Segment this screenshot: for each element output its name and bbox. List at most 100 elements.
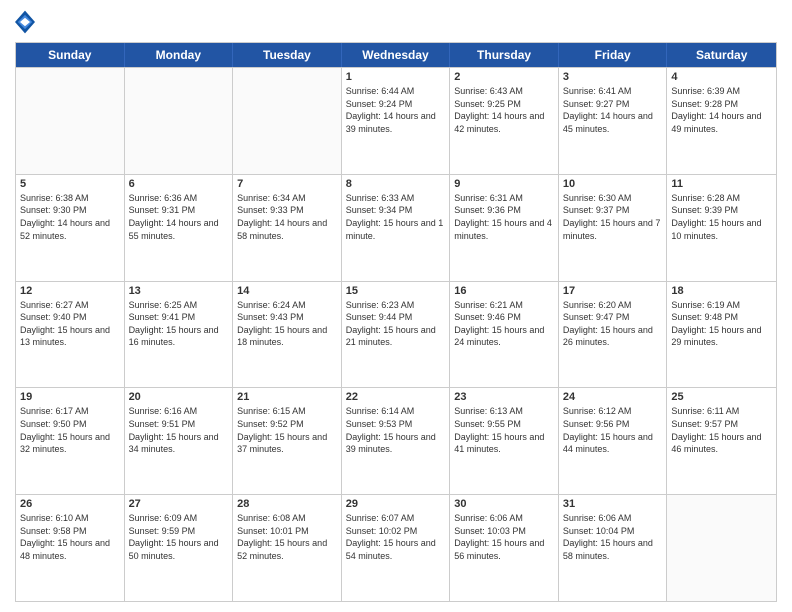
day-number: 31 <box>563 498 663 510</box>
empty-cell <box>233 68 342 174</box>
cell-info: Sunrise: 6:06 AMSunset: 10:03 PMDaylight… <box>454 512 554 562</box>
day-cell-3: 3 Sunrise: 6:41 AMSunset: 9:27 PMDaylight… <box>559 68 668 174</box>
cell-info: Sunrise: 6:38 AMSunset: 9:30 PMDaylight:… <box>20 192 120 242</box>
day-of-week-thursday: Thursday <box>450 43 559 67</box>
day-cell-9: 9 Sunrise: 6:31 AMSunset: 9:36 PMDaylight… <box>450 175 559 281</box>
day-of-week-monday: Monday <box>125 43 234 67</box>
day-cell-13: 13 Sunrise: 6:25 AMSunset: 9:41 PMDayligh… <box>125 282 234 388</box>
day-number: 29 <box>346 498 446 510</box>
day-number: 22 <box>346 391 446 403</box>
day-cell-22: 22 Sunrise: 6:14 AMSunset: 9:53 PMDayligh… <box>342 388 451 494</box>
cal-row-0: 1Sunrise: 6:44 AMSunset: 9:24 PMDaylight… <box>16 67 776 174</box>
day-of-week-tuesday: Tuesday <box>233 43 342 67</box>
day-number: 6 <box>129 178 229 190</box>
empty-cell <box>16 68 125 174</box>
day-cell-11: 11 Sunrise: 6:28 AMSunset: 9:39 PMDayligh… <box>667 175 776 281</box>
day-cell-26: 26Sunrise: 6:10 AMSunset: 9:58 PMDayligh… <box>16 495 125 601</box>
day-cell-27: 27 Sunrise: 6:09 AMSunset: 9:59 PMDayligh… <box>125 495 234 601</box>
cell-info: Sunrise: 6:21 AMSunset: 9:46 PMDaylight:… <box>454 299 554 349</box>
day-number: 21 <box>237 391 337 403</box>
day-number: 2 <box>454 71 554 83</box>
day-number: 17 <box>563 285 663 297</box>
logo-icon <box>15 10 35 34</box>
day-number: 27 <box>129 498 229 510</box>
calendar-body: 1Sunrise: 6:44 AMSunset: 9:24 PMDaylight… <box>16 67 776 601</box>
day-number: 25 <box>671 391 772 403</box>
day-number: 28 <box>237 498 337 510</box>
day-number: 8 <box>346 178 446 190</box>
cal-row-4: 26Sunrise: 6:10 AMSunset: 9:58 PMDayligh… <box>16 494 776 601</box>
day-cell-18: 18 Sunrise: 6:19 AMSunset: 9:48 PMDayligh… <box>667 282 776 388</box>
cell-info: Sunrise: 6:36 AMSunset: 9:31 PMDaylight:… <box>129 192 229 242</box>
day-cell-2: 2 Sunrise: 6:43 AMSunset: 9:25 PMDaylight… <box>450 68 559 174</box>
day-cell-6: 6 Sunrise: 6:36 AMSunset: 9:31 PMDaylight… <box>125 175 234 281</box>
empty-cell <box>125 68 234 174</box>
day-number: 1 <box>346 71 446 83</box>
logo <box>15 10 39 34</box>
day-number: 10 <box>563 178 663 190</box>
cell-info: Sunrise: 6:24 AMSunset: 9:43 PMDaylight:… <box>237 299 337 349</box>
cell-info: Sunrise: 6:06 AMSunset: 10:04 PMDaylight… <box>563 512 663 562</box>
day-number: 4 <box>671 71 772 83</box>
day-cell-30: 30Sunrise: 6:06 AMSunset: 10:03 PMDaylig… <box>450 495 559 601</box>
day-cell-5: 5 Sunrise: 6:38 AMSunset: 9:30 PMDaylight… <box>16 175 125 281</box>
day-of-week-wednesday: Wednesday <box>342 43 451 67</box>
day-number: 20 <box>129 391 229 403</box>
day-cell-20: 20 Sunrise: 6:16 AMSunset: 9:51 PMDayligh… <box>125 388 234 494</box>
cell-info: Sunrise: 6:34 AMSunset: 9:33 PMDaylight:… <box>237 192 337 242</box>
day-of-week-friday: Friday <box>559 43 668 67</box>
cell-info: Sunrise: 6:12 AMSunset: 9:56 PMDaylight:… <box>563 405 663 455</box>
day-cell-12: 12Sunrise: 6:27 AMSunset: 9:40 PMDayligh… <box>16 282 125 388</box>
cell-info: Sunrise: 6:10 AMSunset: 9:58 PMDaylight:… <box>20 512 120 562</box>
day-cell-23: 23Sunrise: 6:13 AMSunset: 9:55 PMDayligh… <box>450 388 559 494</box>
day-number: 16 <box>454 285 554 297</box>
day-cell-7: 7Sunrise: 6:34 AMSunset: 9:33 PMDaylight… <box>233 175 342 281</box>
day-number: 13 <box>129 285 229 297</box>
day-cell-19: 19 Sunrise: 6:17 AMSunset: 9:50 PMDayligh… <box>16 388 125 494</box>
cell-info: Sunrise: 6:15 AMSunset: 9:52 PMDaylight:… <box>237 405 337 455</box>
calendar-header: SundayMondayTuesdayWednesdayThursdayFrid… <box>16 43 776 67</box>
empty-cell <box>667 495 776 601</box>
cell-info: Sunrise: 6:39 AMSunset: 9:28 PMDaylight:… <box>671 85 772 135</box>
cell-info: Sunrise: 6:07 AMSunset: 10:02 PMDaylight… <box>346 512 446 562</box>
cell-info: Sunrise: 6:14 AMSunset: 9:53 PMDaylight:… <box>346 405 446 455</box>
day-number: 23 <box>454 391 554 403</box>
day-cell-1: 1Sunrise: 6:44 AMSunset: 9:24 PMDaylight… <box>342 68 451 174</box>
page: SundayMondayTuesdayWednesdayThursdayFrid… <box>0 0 792 612</box>
day-cell-16: 16 Sunrise: 6:21 AMSunset: 9:46 PMDayligh… <box>450 282 559 388</box>
day-cell-17: 17 Sunrise: 6:20 AMSunset: 9:47 PMDayligh… <box>559 282 668 388</box>
day-number: 11 <box>671 178 772 190</box>
day-number: 12 <box>20 285 120 297</box>
day-of-week-saturday: Saturday <box>667 43 776 67</box>
day-cell-4: 4 Sunrise: 6:39 AMSunset: 9:28 PMDaylight… <box>667 68 776 174</box>
day-number: 18 <box>671 285 772 297</box>
cell-info: Sunrise: 6:25 AMSunset: 9:41 PMDaylight:… <box>129 299 229 349</box>
day-number: 14 <box>237 285 337 297</box>
day-number: 5 <box>20 178 120 190</box>
cell-info: Sunrise: 6:43 AMSunset: 9:25 PMDaylight:… <box>454 85 554 135</box>
day-cell-15: 15 Sunrise: 6:23 AMSunset: 9:44 PMDayligh… <box>342 282 451 388</box>
calendar: SundayMondayTuesdayWednesdayThursdayFrid… <box>15 42 777 602</box>
cal-row-2: 12Sunrise: 6:27 AMSunset: 9:40 PMDayligh… <box>16 281 776 388</box>
day-number: 9 <box>454 178 554 190</box>
cell-info: Sunrise: 6:30 AMSunset: 9:37 PMDaylight:… <box>563 192 663 242</box>
cell-info: Sunrise: 6:11 AMSunset: 9:57 PMDaylight:… <box>671 405 772 455</box>
cell-info: Sunrise: 6:31 AMSunset: 9:36 PMDaylight:… <box>454 192 554 242</box>
day-number: 3 <box>563 71 663 83</box>
day-number: 24 <box>563 391 663 403</box>
day-cell-31: 31 Sunrise: 6:06 AMSunset: 10:04 PMDaylig… <box>559 495 668 601</box>
cell-info: Sunrise: 6:19 AMSunset: 9:48 PMDaylight:… <box>671 299 772 349</box>
day-number: 19 <box>20 391 120 403</box>
day-cell-10: 10 Sunrise: 6:30 AMSunset: 9:37 PMDayligh… <box>559 175 668 281</box>
cell-info: Sunrise: 6:16 AMSunset: 9:51 PMDaylight:… <box>129 405 229 455</box>
day-cell-24: 24 Sunrise: 6:12 AMSunset: 9:56 PMDayligh… <box>559 388 668 494</box>
cell-info: Sunrise: 6:41 AMSunset: 9:27 PMDaylight:… <box>563 85 663 135</box>
cell-info: Sunrise: 6:33 AMSunset: 9:34 PMDaylight:… <box>346 192 446 242</box>
day-number: 15 <box>346 285 446 297</box>
cell-info: Sunrise: 6:20 AMSunset: 9:47 PMDaylight:… <box>563 299 663 349</box>
cell-info: Sunrise: 6:17 AMSunset: 9:50 PMDaylight:… <box>20 405 120 455</box>
cell-info: Sunrise: 6:28 AMSunset: 9:39 PMDaylight:… <box>671 192 772 242</box>
cell-info: Sunrise: 6:23 AMSunset: 9:44 PMDaylight:… <box>346 299 446 349</box>
cell-info: Sunrise: 6:09 AMSunset: 9:59 PMDaylight:… <box>129 512 229 562</box>
day-cell-28: 28Sunrise: 6:08 AMSunset: 10:01 PMDaylig… <box>233 495 342 601</box>
